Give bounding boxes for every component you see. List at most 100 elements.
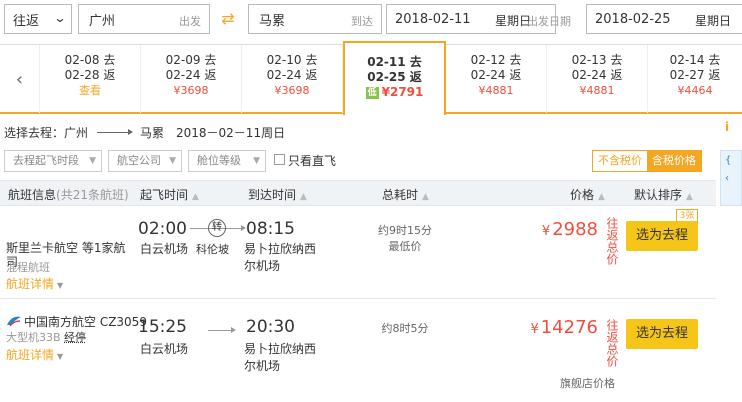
date-go: 02-14 去 xyxy=(669,53,721,67)
depart-date-input[interactable]: 2018-02-11 星期日 出发日期 xyxy=(386,4,571,34)
date-option[interactable]: 02-09 去 02-24 返 ¥3698 xyxy=(141,45,242,113)
date-back: 02-24 返 xyxy=(571,68,623,82)
price-label: 往返总价 xyxy=(605,217,619,265)
cabin-filter-label: 舱位等级 xyxy=(197,154,241,167)
date-option[interactable]: 02-10 去 02-24 返 ¥3698 xyxy=(242,45,343,113)
dep-airport: 白云机场 xyxy=(140,242,189,256)
header-duration[interactable]: 总耗时 ▲ xyxy=(382,186,429,203)
direct-only-checkbox[interactable] xyxy=(274,154,285,165)
date-back: 02-24 返 xyxy=(165,68,217,82)
to-hint: 到达 xyxy=(351,15,373,28)
sort-icon: ▲ xyxy=(422,192,429,202)
from-city-input[interactable]: 广州 出发 xyxy=(78,4,210,34)
route-arrow-icon xyxy=(208,327,236,333)
time-filter[interactable]: 去程起飞时段 ▼ xyxy=(4,150,102,172)
price-label: 往返总价 xyxy=(605,319,619,367)
dep-airport: 白云机场 xyxy=(140,342,189,356)
date-price: 查看 xyxy=(79,84,101,97)
date-option[interactable]: 02-14 去 02-27 返 ¥4464 xyxy=(648,45,742,113)
dep-time: 15:25 xyxy=(138,317,187,337)
duration: 约9时15分 xyxy=(378,224,432,237)
trip-type-value: 往返 xyxy=(13,13,40,29)
date-go: 02-12 去 xyxy=(470,53,522,67)
date-option[interactable]: 02-13 去 02-24 返 ¥4881 xyxy=(547,45,648,113)
stop-label[interactable]: 经停 xyxy=(64,331,86,344)
header-price[interactable]: 价格 ▲ xyxy=(570,186,605,203)
caret-down-icon: ▼ xyxy=(89,156,96,166)
route-label: 选择去程：广州 xyxy=(4,126,89,140)
brace-icon: { xyxy=(725,155,732,166)
date-option-selected[interactable]: 02-11 去 02-25 返 低 ¥2791 xyxy=(343,41,446,115)
airline-name-text: 中国南方航空 CZ3059 xyxy=(24,315,147,329)
header-arr-time[interactable]: 到达时间 ▲ xyxy=(248,186,307,203)
route-date: 2018－02－11周日 xyxy=(176,126,286,140)
trip-type-select[interactable]: 往返 ⌄ xyxy=(4,4,72,34)
china-southern-logo-icon xyxy=(6,315,22,327)
header-arr-label: 到达时间 xyxy=(248,188,297,202)
header-sort[interactable]: 默认排序 ▲ xyxy=(634,186,693,203)
select-outbound-button[interactable]: 选为去程 xyxy=(626,319,698,349)
header-price-label: 价格 xyxy=(570,188,595,202)
flight-row: 中国南方航空 CZ3059 大型机33B 经停 航班详情 ▼ 15:25 白云机场… xyxy=(0,303,716,399)
caret-down-icon: ▼ xyxy=(253,156,260,166)
duration: 约8时5分 xyxy=(381,322,429,335)
airline-filter[interactable]: 航空公司 ▼ xyxy=(108,150,182,172)
date-price: ¥4881 xyxy=(579,84,615,97)
transfer-badge[interactable]: 转 xyxy=(208,219,226,237)
depart-date-value: 2018-02-11 xyxy=(395,11,471,27)
sort-icon: ▲ xyxy=(598,192,605,202)
cabin-filter[interactable]: 舱位等级 ▼ xyxy=(188,150,266,172)
flight-price: ¥2988 xyxy=(542,219,598,240)
chevron-left-icon[interactable]: ‹ xyxy=(0,45,40,113)
arr-airport: 易卜拉欣纳西尔机场 xyxy=(244,342,317,373)
flagship-price-label: 旗舰店价格 xyxy=(560,377,615,390)
header-dep-time[interactable]: 起飞时间 ▲ xyxy=(140,186,199,203)
date-option[interactable]: 02-08 去 02-28 返 查看 xyxy=(40,45,141,113)
low-price-badge: 低 xyxy=(365,86,379,99)
flight-detail-link[interactable]: 航班详情 ▼ xyxy=(6,275,63,292)
header-duration-label: 总耗时 xyxy=(382,188,419,202)
side-promo-icon[interactable]: { ‹ xyxy=(720,150,742,206)
date-go: 02-09 去 xyxy=(165,53,217,67)
date-back: 02-25 返 xyxy=(367,70,422,84)
from-city-value: 广州 xyxy=(89,13,116,29)
flight-count: (共21条航班) xyxy=(56,188,129,202)
currency-symbol: ¥ xyxy=(530,322,539,337)
caret-down-icon: ▼ xyxy=(57,281,64,290)
transfer-city: 科伦坡 xyxy=(196,243,229,256)
arr-time: 20:30 xyxy=(246,317,295,337)
date-price: ¥3698 xyxy=(274,84,310,97)
date-strip: ‹ 02-08 去 02-28 返 查看 02-09 去 02-24 返 ¥36… xyxy=(0,41,742,115)
swap-icon[interactable]: ⇄ xyxy=(216,9,240,29)
route-dest: 马累 xyxy=(140,126,165,140)
tax-included-option[interactable]: 含税价格 xyxy=(647,151,701,171)
header-flight-info: 航班信息(共21条航班) xyxy=(8,186,129,203)
return-date-input[interactable]: 2018-02-25 星期日 xyxy=(586,4,742,34)
info-icon[interactable]: i xyxy=(718,118,736,136)
brace-icon: ‹ xyxy=(725,173,729,184)
date-price: ¥2791 xyxy=(381,85,424,99)
select-outbound-button[interactable]: 选为去程 xyxy=(626,221,698,251)
to-city-input[interactable]: 马累 到达 xyxy=(248,4,382,34)
date-go: 02-10 去 xyxy=(266,53,318,67)
date-price: ¥4464 xyxy=(677,84,713,97)
header-dep-label: 起飞时间 xyxy=(140,188,189,202)
flight-detail-label: 航班详情 xyxy=(6,277,55,291)
date-option[interactable]: 02-12 去 02-24 返 ¥4881 xyxy=(446,45,547,113)
route-info: 选择去程：广州 马累 2018－02－11周日 xyxy=(0,124,742,144)
aircraft-type-label: 大型机33B xyxy=(6,331,61,344)
date-price: ¥3698 xyxy=(173,84,209,97)
date-price: ¥4881 xyxy=(478,84,514,97)
flight-detail-link[interactable]: 航班详情 ▼ xyxy=(6,346,63,363)
price-value: 14276 xyxy=(540,317,598,338)
arr-time: 08:15 xyxy=(246,219,295,239)
tax-excluded-option[interactable]: 不含税价 xyxy=(593,151,647,171)
header-sort-label: 默认排序 xyxy=(634,188,683,202)
currency-symbol: ¥ xyxy=(541,224,551,239)
time-filter-label: 去程起飞时段 xyxy=(13,154,79,167)
sort-icon: ▲ xyxy=(686,192,693,202)
header-flight-info-label: 航班信息 xyxy=(8,188,57,202)
date-price-row: 低 ¥2791 xyxy=(345,85,444,100)
depart-hint: 出发日期 xyxy=(527,15,571,28)
depart-weekday: 星期日 xyxy=(495,14,532,28)
